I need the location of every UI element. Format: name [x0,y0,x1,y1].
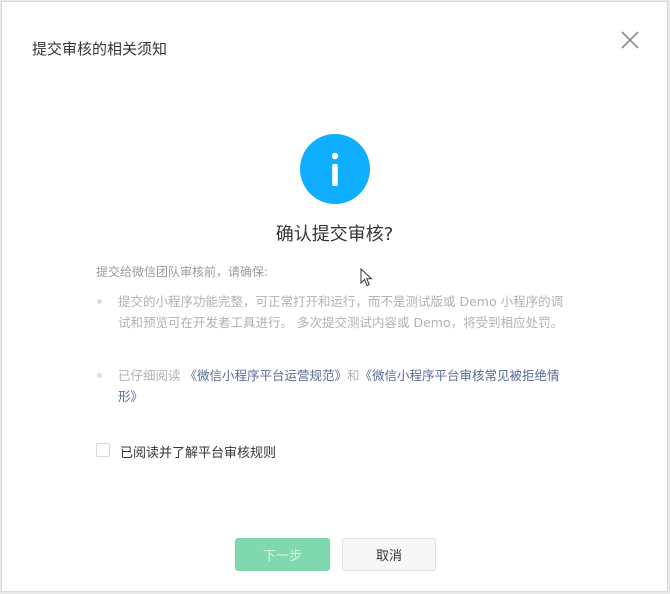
next-step-button[interactable]: 下一步 [235,538,330,571]
requirement-item: 提交的小程序功能完整，可正常打开和运行，而不是测试版或 Demo 小程序的调试和… [118,294,564,330]
operation-rules-link[interactable]: 《微信小程序平台运营规范》 [184,368,347,383]
info-icon [300,134,370,204]
rules-and: 和 [347,368,360,383]
dialog-title: 提交审核的相关须知 [32,40,168,58]
rules-prefix: 已仔细阅读 [118,368,185,383]
confirm-headline: 确认提交审核? [275,224,394,245]
submit-review-dialog: 提交审核的相关须知 确认提交审核? 提交给微信团队审核前，请确保: 提交的小程序… [1,1,668,592]
intro-text: 提交给微信团队审核前，请确保: [96,265,269,279]
bullet-dot [97,299,102,304]
agree-checkbox-label[interactable]: 已阅读并了解平台审核规则 [120,442,276,461]
agree-checkbox[interactable] [96,443,110,457]
mouse-pointer-icon [360,267,374,292]
bullet-dot [97,373,102,378]
close-icon[interactable] [618,28,642,52]
cancel-button[interactable]: 取消 [342,538,436,571]
requirement-item-rules: 已仔细阅读 《微信小程序平台运营规范》和《微信小程序平台审核常见被拒绝情形》 [118,365,568,407]
